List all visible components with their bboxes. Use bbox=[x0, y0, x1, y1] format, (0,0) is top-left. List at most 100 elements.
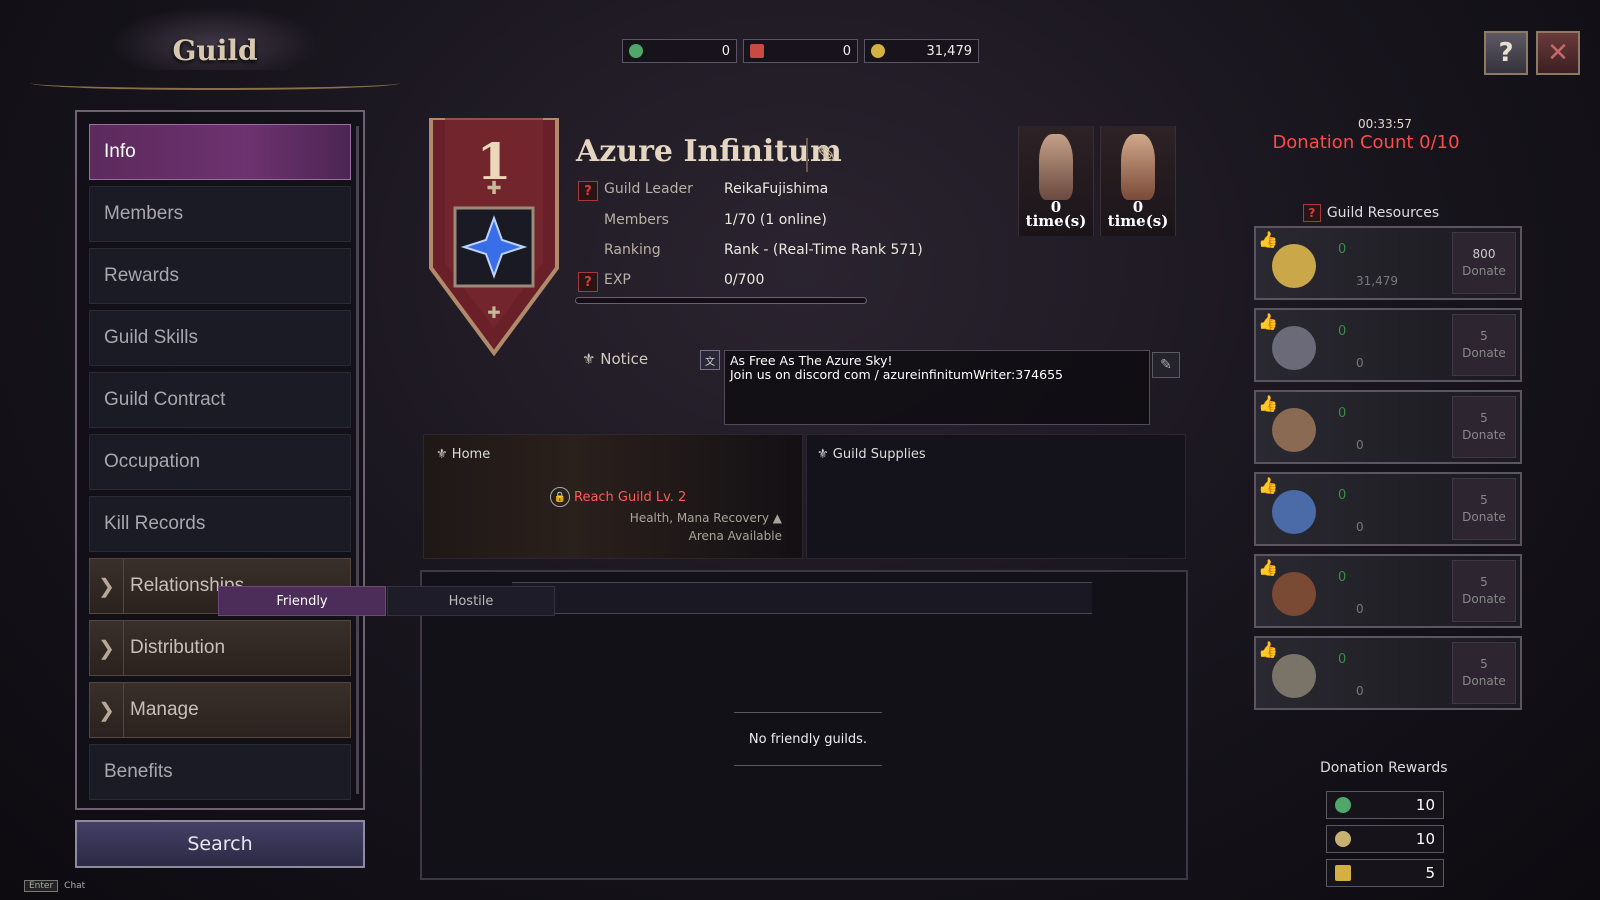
tab-rail bbox=[512, 582, 1092, 614]
menu-item-label: Members bbox=[104, 203, 184, 224]
green-coin-icon bbox=[629, 44, 643, 58]
reward-value: 10 bbox=[1415, 830, 1435, 848]
resource-amount: 0 bbox=[1338, 242, 1347, 257]
rename-guild-icon[interactable]: ✎ bbox=[806, 138, 846, 172]
thumbs-up-icon: 👍 bbox=[1258, 476, 1278, 495]
tab-friendly[interactable]: Friendly bbox=[218, 586, 386, 616]
trophy-icon bbox=[1335, 865, 1351, 881]
menu-item-label: Manage bbox=[130, 699, 199, 720]
menu-item-label: Occupation bbox=[104, 451, 201, 472]
donate-cost: 5 bbox=[1480, 411, 1488, 425]
notice-line: Join us on discord com / azureinfinitumW… bbox=[730, 367, 1063, 382]
donate-cost: 5 bbox=[1480, 575, 1488, 589]
menu-item-rewards[interactable]: Rewards bbox=[89, 248, 351, 304]
currency-value: 0 bbox=[721, 43, 730, 59]
menu-item-guild-contract[interactable]: Guild Contract bbox=[89, 372, 351, 428]
currency-gold: 31,479 bbox=[864, 39, 979, 63]
svg-text:✚: ✚ bbox=[487, 303, 500, 322]
donate-button[interactable]: 5 Donate bbox=[1452, 478, 1516, 540]
ranking-row: Ranking Rank - (Real-Time Rank 571) bbox=[578, 242, 923, 258]
home-panel[interactable]: ⚜ Home 🔒 Reach Guild Lv. 2 Health, Mana … bbox=[423, 434, 803, 559]
thumbs-up-icon: 👍 bbox=[1258, 394, 1278, 413]
guild-supplies-panel[interactable]: ⚜ Guild Supplies bbox=[806, 434, 1186, 559]
resource-amount: 0 bbox=[1338, 406, 1347, 421]
donate-button[interactable]: 5 Donate bbox=[1452, 314, 1516, 376]
resource-amount: 0 bbox=[1338, 488, 1347, 503]
resource-stock: 0 bbox=[1356, 602, 1364, 616]
donation-count: Donation Count 0/10 bbox=[1272, 132, 1460, 153]
fleur-icon: ⚜ bbox=[582, 350, 601, 368]
donate-label: Donate bbox=[1462, 346, 1506, 360]
menu-item-members[interactable]: Members bbox=[89, 186, 351, 242]
ranking-value: Rank - (Real-Time Rank 571) bbox=[724, 242, 923, 258]
menu-item-occupation[interactable]: Occupation bbox=[89, 434, 351, 490]
edit-notice-button[interactable]: ✎ bbox=[1152, 352, 1180, 378]
donate-button[interactable]: 5 Donate bbox=[1452, 642, 1516, 704]
donate-label: Donate bbox=[1462, 674, 1506, 688]
menu-item-info[interactable]: Info bbox=[89, 124, 351, 180]
resource-stock: 0 bbox=[1356, 684, 1364, 698]
reward-row: 10 bbox=[1326, 825, 1444, 853]
resource-stock: 31,479 bbox=[1356, 274, 1398, 288]
empty-message: No friendly guilds. bbox=[734, 712, 882, 766]
search-button[interactable]: Search bbox=[75, 820, 365, 868]
translate-icon[interactable]: 文 bbox=[700, 350, 720, 370]
menu-scrollbar[interactable] bbox=[356, 126, 359, 794]
chevron-right-icon: ❯ bbox=[90, 559, 124, 613]
donate-label: Donate bbox=[1462, 510, 1506, 524]
token-unit: time(s) bbox=[1025, 212, 1087, 230]
resource-row: 👍 0 0 5 Donate bbox=[1254, 308, 1522, 382]
guild-level: 1 bbox=[476, 132, 512, 191]
page-title: Guild bbox=[172, 34, 258, 67]
menu-item-benefits[interactable]: Benefits bbox=[89, 744, 351, 800]
thumbs-up-icon: 👍 bbox=[1258, 230, 1278, 249]
donate-button[interactable]: 5 Donate bbox=[1452, 560, 1516, 622]
menu-item-label: Info bbox=[104, 141, 136, 162]
notice-box: As Free As The Azure Sky! Join us on dis… bbox=[724, 350, 1150, 425]
guild-token-icon bbox=[1121, 134, 1155, 200]
menu-item-manage[interactable]: ❯ Manage bbox=[89, 682, 351, 738]
menu-item-distribution[interactable]: ❯ Distribution bbox=[89, 620, 351, 676]
notice-label: ⚜ Notice bbox=[582, 350, 648, 368]
home-lock-requirement: 🔒 Reach Guild Lv. 2 bbox=[550, 487, 686, 507]
thumbs-up-icon: 👍 bbox=[1258, 558, 1278, 577]
guild-name: Azure Infinitum bbox=[576, 134, 842, 169]
help-button[interactable]: ? bbox=[1484, 31, 1528, 75]
menu-item-label: Distribution bbox=[130, 637, 226, 658]
currency-green: 0 bbox=[622, 39, 737, 63]
tab-hostile[interactable]: Hostile bbox=[387, 586, 555, 616]
help-icon[interactable]: ? bbox=[578, 272, 598, 292]
resource-row: 👍 0 0 5 Donate bbox=[1254, 554, 1522, 628]
donate-cost: 800 bbox=[1472, 247, 1496, 261]
resource-row: 👍 0 0 5 Donate bbox=[1254, 390, 1522, 464]
supplies-label: ⚜ Guild Supplies bbox=[817, 447, 926, 462]
guild-emblem-icon bbox=[1335, 831, 1351, 847]
guild-leader-label: Guild Leader bbox=[604, 181, 693, 197]
resource-stock: 0 bbox=[1356, 520, 1364, 534]
guild-leader-row: ? Guild Leader ReikaFujishima bbox=[578, 181, 828, 201]
thumbs-up-icon: 👍 bbox=[1258, 312, 1278, 331]
menu-item-label: Rewards bbox=[104, 265, 179, 286]
menu-item-kill-records[interactable]: Kill Records bbox=[89, 496, 351, 552]
menu-item-guild-skills[interactable]: Guild Skills bbox=[89, 310, 351, 366]
donate-button[interactable]: 800 Donate bbox=[1452, 232, 1516, 294]
menu-item-label: Kill Records bbox=[104, 513, 206, 534]
red-ticket-icon bbox=[750, 44, 764, 58]
donate-button[interactable]: 5 Donate bbox=[1452, 396, 1516, 458]
reward-row: 10 bbox=[1326, 791, 1444, 819]
chat-hint: Enter Chat bbox=[24, 880, 85, 892]
resource-amount: 0 bbox=[1338, 570, 1347, 585]
members-row: Members 1/70 (1 online) bbox=[578, 212, 827, 228]
help-icon[interactable]: ? bbox=[1302, 204, 1321, 222]
chevron-right-icon: ❯ bbox=[90, 683, 124, 737]
close-button[interactable]: ✕ bbox=[1536, 31, 1580, 75]
reward-row: 5 bbox=[1326, 859, 1444, 887]
lock-text: Reach Guild Lv. 2 bbox=[574, 489, 687, 505]
green-coin-icon bbox=[1335, 797, 1351, 813]
home-label: ⚜ Home bbox=[436, 447, 490, 462]
home-label-text: Home bbox=[451, 447, 491, 462]
donate-cost: 5 bbox=[1480, 657, 1488, 671]
help-icon[interactable]: ? bbox=[578, 181, 598, 201]
menu-item-label: Guild Contract bbox=[104, 389, 226, 410]
currency-value: 31,479 bbox=[926, 43, 973, 59]
